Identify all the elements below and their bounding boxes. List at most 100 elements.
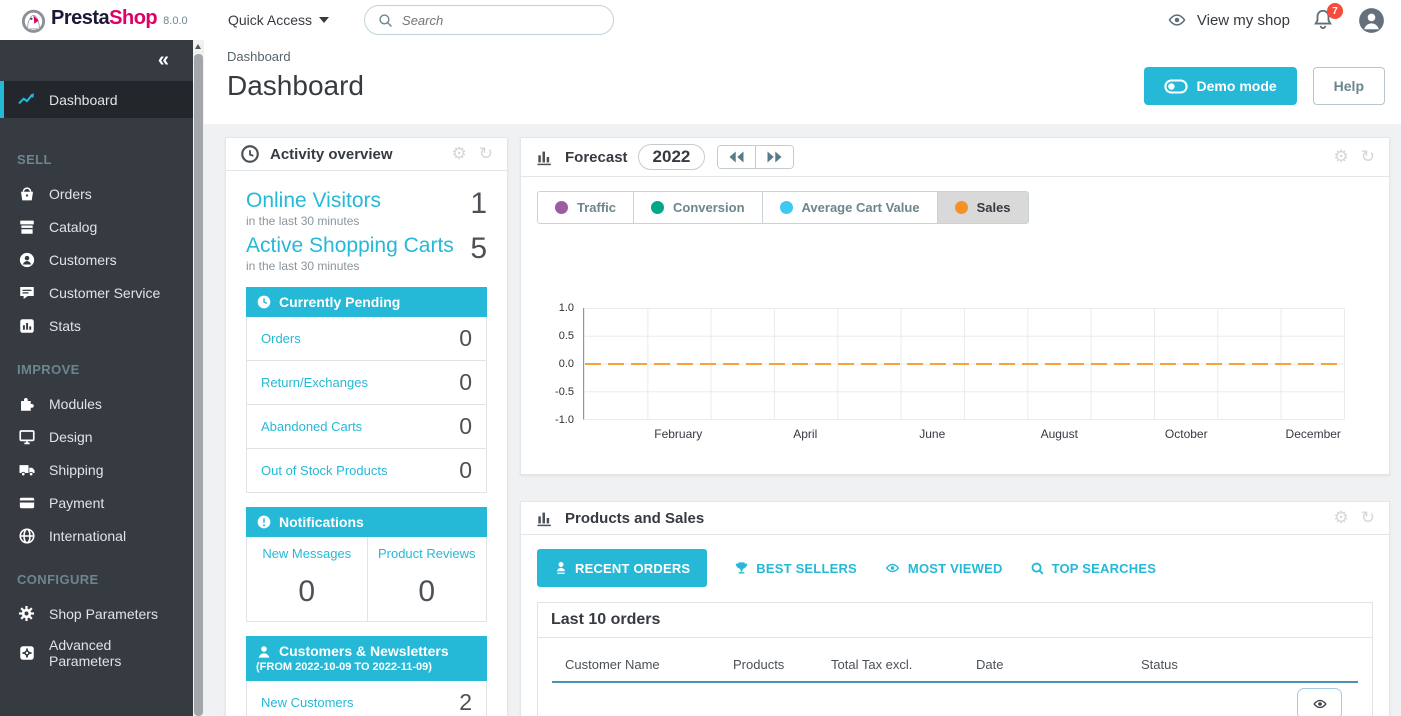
topbar-actions: View my shop 7	[1166, 7, 1401, 34]
sidebar-item-customers[interactable]: Customers	[0, 243, 193, 276]
panel-title: Activity overview	[270, 146, 393, 163]
sidebar-scrollbar[interactable]	[193, 40, 204, 716]
tab-traffic[interactable]: Traffic	[537, 191, 634, 224]
sidebar-item-shipping[interactable]: Shipping	[0, 453, 193, 486]
panel-settings-icon[interactable]: ⚙	[452, 146, 467, 163]
panel-settings-icon[interactable]: ⚙	[1334, 510, 1349, 527]
y-tick: 1.0	[559, 302, 574, 314]
list-item: New Customers 2	[247, 681, 486, 716]
exclamation-circle-icon	[256, 514, 272, 530]
sidebar-collapse-button[interactable]: «	[158, 50, 169, 70]
return-exchanges-link[interactable]: Return/Exchanges	[261, 375, 368, 390]
sidebar-item-customer-service[interactable]: Customer Service	[0, 276, 193, 309]
quick-access-dropdown[interactable]: Quick Access	[228, 12, 329, 28]
store-icon	[17, 217, 36, 236]
sidebar-item-label: Shipping	[49, 462, 104, 478]
sidebar-item-modules[interactable]: Modules	[0, 387, 193, 420]
new-messages-cell: New Messages 0	[247, 537, 367, 621]
scroll-up-arrow-icon[interactable]	[195, 44, 201, 49]
person-icon	[554, 560, 568, 576]
sales-series-line	[585, 363, 1344, 365]
help-button[interactable]: Help	[1313, 67, 1385, 105]
sidebar-section-improve: IMPROVE	[0, 342, 193, 387]
product-reviews-link[interactable]: Product Reviews	[372, 546, 483, 561]
y-tick: -0.5	[555, 386, 574, 398]
return-exchanges-value: 0	[459, 369, 472, 396]
sidebar-section-sell: SELL	[0, 132, 193, 177]
toggle-icon	[1164, 79, 1188, 94]
previous-year-button[interactable]	[718, 146, 755, 168]
product-reviews-value: 0	[372, 575, 483, 609]
clock-icon	[256, 294, 272, 310]
new-messages-link[interactable]: New Messages	[251, 546, 363, 561]
globe-icon	[17, 526, 36, 545]
y-tick: -1.0	[555, 414, 574, 426]
sidebar-item-payment[interactable]: Payment	[0, 486, 193, 519]
currently-pending-list: Orders 0 Return/Exchanges 0 Abandoned Ca…	[246, 317, 487, 493]
scrollbar-thumb[interactable]	[194, 54, 203, 716]
basket-icon	[17, 184, 36, 203]
sidebar-item-catalog[interactable]: Catalog	[0, 210, 193, 243]
metric-subtitle: in the last 30 minutes	[246, 259, 454, 273]
sidebar-item-stats[interactable]: Stats	[0, 309, 193, 342]
version-label: 8.0.0	[163, 15, 187, 27]
sidebar-item-design[interactable]: Design	[0, 420, 193, 453]
user-avatar[interactable]	[1358, 7, 1385, 34]
sales-dot-icon	[955, 201, 968, 214]
sidebar-item-label: Shop Parameters	[49, 606, 158, 622]
fast-forward-icon	[765, 150, 784, 164]
sidebar-item-orders[interactable]: Orders	[0, 177, 193, 210]
breadcrumb[interactable]: Dashboard	[227, 49, 1385, 64]
abandoned-carts-value: 0	[459, 413, 472, 440]
products-sales-tabs: RECENT ORDERS BEST SELLERS MOST VIEWED	[537, 549, 1373, 587]
abandoned-carts-link[interactable]: Abandoned Carts	[261, 419, 362, 434]
x-tick: December	[1286, 427, 1341, 441]
last-orders-box: Last 10 orders Customer Name Products To…	[537, 602, 1373, 716]
list-item: Orders 0	[247, 317, 486, 361]
panel-refresh-icon[interactable]: ↻	[1361, 510, 1375, 527]
currently-pending-header: Currently Pending	[246, 287, 487, 317]
sidebar-item-advanced-parameters[interactable]: Advanced Parameters	[0, 630, 193, 676]
metric-label[interactable]: Active Shopping Carts	[246, 234, 454, 258]
out-of-stock-link[interactable]: Out of Stock Products	[261, 463, 387, 478]
panel-refresh-icon[interactable]: ↻	[479, 146, 493, 163]
year-selector[interactable]: 2022	[638, 144, 706, 170]
demo-mode-button[interactable]: Demo mode	[1144, 67, 1297, 105]
new-customers-value: 2	[459, 689, 472, 716]
dashboard-content: Activity overview ⚙ ↻ Online Visitors in…	[204, 124, 1401, 716]
panel-settings-icon[interactable]: ⚙	[1334, 149, 1349, 166]
tab-top-searches[interactable]: TOP SEARCHES	[1030, 561, 1157, 576]
tab-recent-orders[interactable]: RECENT ORDERS	[537, 549, 707, 587]
eye-icon	[1312, 697, 1328, 711]
x-tick: October	[1165, 427, 1208, 441]
notifications-grid: New Messages 0 Product Reviews 0	[246, 537, 487, 622]
tab-most-viewed[interactable]: MOST VIEWED	[884, 561, 1003, 576]
search-box[interactable]	[364, 5, 614, 35]
tab-best-sellers[interactable]: BEST SELLERS	[734, 560, 857, 576]
pending-orders-value: 0	[459, 325, 472, 352]
panel-refresh-icon[interactable]: ↻	[1361, 149, 1375, 166]
search-input[interactable]	[402, 13, 601, 28]
x-tick: April	[793, 427, 817, 441]
view-my-shop-link[interactable]: View my shop	[1166, 11, 1290, 29]
y-axis: 1.0 0.5 0.0 -0.5 -1.0	[537, 308, 583, 420]
sidebar-item-international[interactable]: International	[0, 519, 193, 552]
metric-label[interactable]: Online Visitors	[246, 189, 381, 213]
pending-orders-link[interactable]: Orders	[261, 331, 301, 346]
monitor-icon	[17, 427, 36, 446]
x-axis: February April June August October Decem…	[583, 420, 1345, 444]
active-carts-metric: Active Shopping Carts in the last 30 min…	[246, 234, 487, 273]
tab-average-cart-value[interactable]: Average Cart Value	[762, 191, 938, 224]
order-details-button[interactable]	[1297, 688, 1342, 716]
brand-logo[interactable]: PrestaShop 8.0.0	[0, 7, 210, 34]
trending-up-icon	[17, 90, 36, 109]
notifications-bell[interactable]: 7	[1312, 7, 1336, 33]
sidebar-item-dashboard[interactable]: Dashboard	[0, 81, 193, 118]
new-customers-link[interactable]: New Customers	[261, 695, 353, 710]
view-my-shop-label: View my shop	[1197, 12, 1290, 29]
sidebar-item-shop-parameters[interactable]: Shop Parameters	[0, 597, 193, 630]
tab-sales[interactable]: Sales	[937, 191, 1029, 224]
tab-conversion[interactable]: Conversion	[633, 191, 763, 224]
next-year-button[interactable]	[755, 146, 793, 168]
plot-area	[583, 308, 1345, 420]
